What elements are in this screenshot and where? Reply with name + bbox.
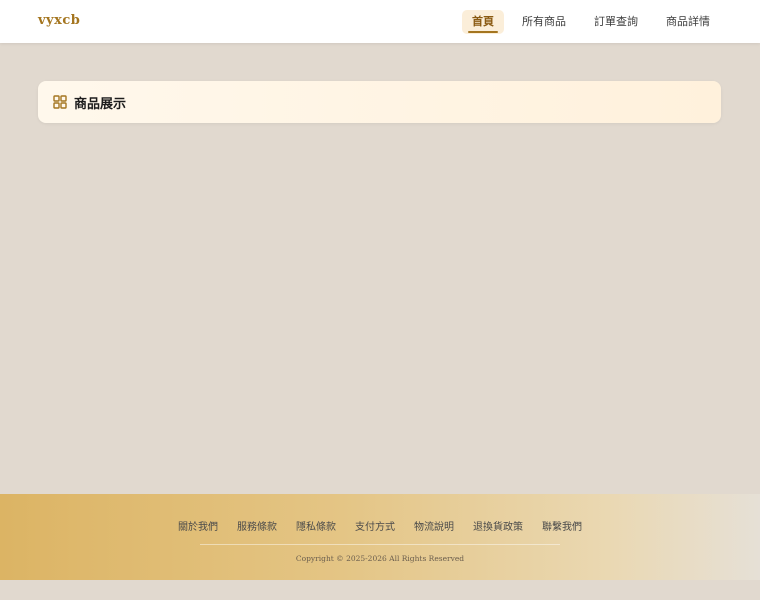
- nav-item-home[interactable]: 首頁: [462, 10, 504, 34]
- footer-link-payment[interactable]: 支付方式: [355, 518, 395, 533]
- copyright-text: Copyright © 2025-2026 All Rights Reserve…: [295, 554, 465, 563]
- nav-item-order-lookup[interactable]: 訂單查詢: [584, 10, 648, 34]
- site-header: vyxcb 首頁 所有商品 訂單查詢 商品詳情: [0, 0, 760, 43]
- footer-link-privacy[interactable]: 隱私條款: [296, 518, 336, 533]
- site-footer: 關於我們 服務條款 隱私條款 支付方式 物流說明 退換貨政策 聯繫我們 Copy…: [0, 494, 760, 580]
- main-nav: 首頁 所有商品 訂單查詢 商品詳情: [462, 10, 720, 34]
- product-showcase-header: 商品展示: [38, 81, 721, 123]
- nav-item-product-details[interactable]: 商品詳情: [656, 10, 720, 34]
- grid-icon: [53, 95, 67, 109]
- footer-links: 關於我們 服務條款 隱私條款 支付方式 物流說明 退換貨政策 聯繫我們: [0, 518, 760, 533]
- footer-link-terms[interactable]: 服務條款: [237, 518, 277, 533]
- footer-link-contact[interactable]: 聯繫我們: [542, 518, 582, 533]
- footer-divider: [200, 544, 560, 545]
- site-logo[interactable]: vyxcb: [38, 13, 80, 28]
- section-title: 商品展示: [74, 96, 127, 112]
- footer-link-about[interactable]: 關於我們: [178, 518, 218, 533]
- footer-link-returns[interactable]: 退換貨政策: [473, 518, 523, 533]
- footer-link-shipping[interactable]: 物流說明: [414, 518, 454, 533]
- nav-item-all-products[interactable]: 所有商品: [512, 10, 576, 34]
